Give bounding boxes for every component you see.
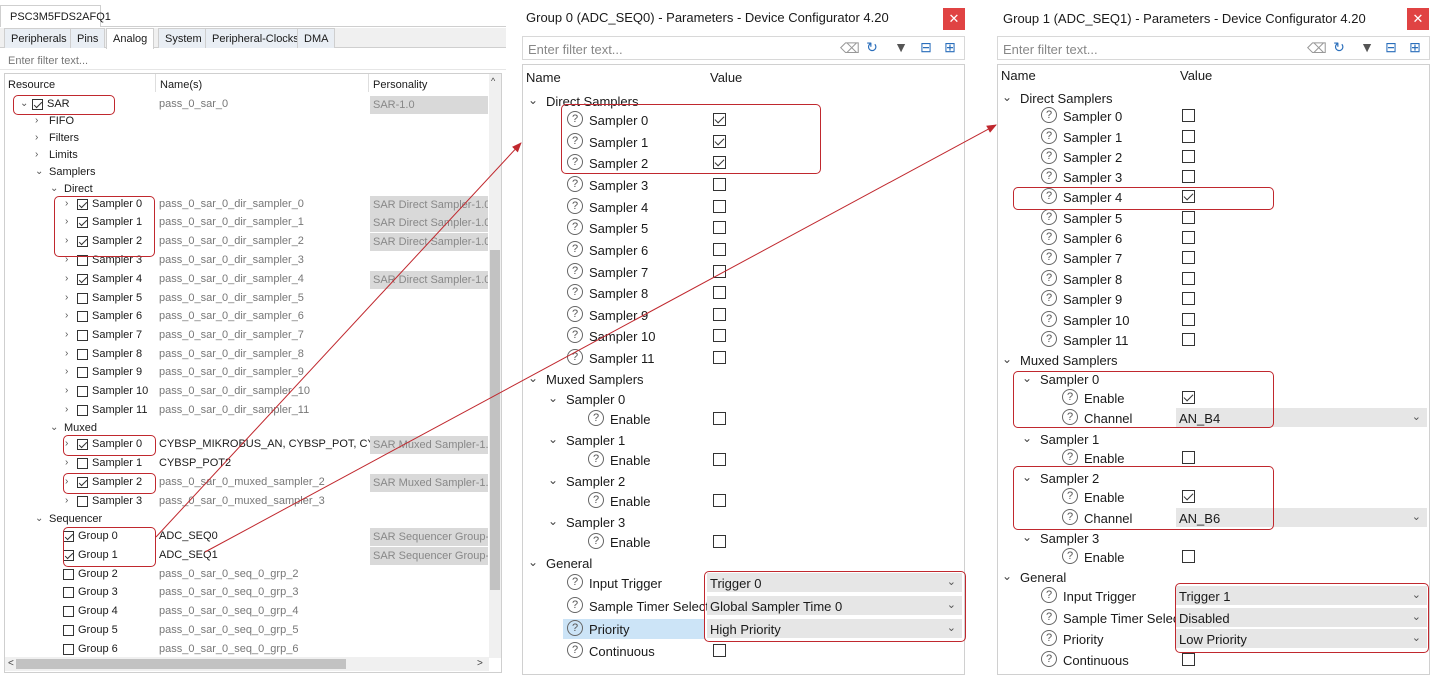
arrow-group0-to-dialog: [155, 142, 522, 538]
arrow-group1-to-dialog: [204, 124, 997, 553]
connector-arrows: [155, 124, 997, 553]
